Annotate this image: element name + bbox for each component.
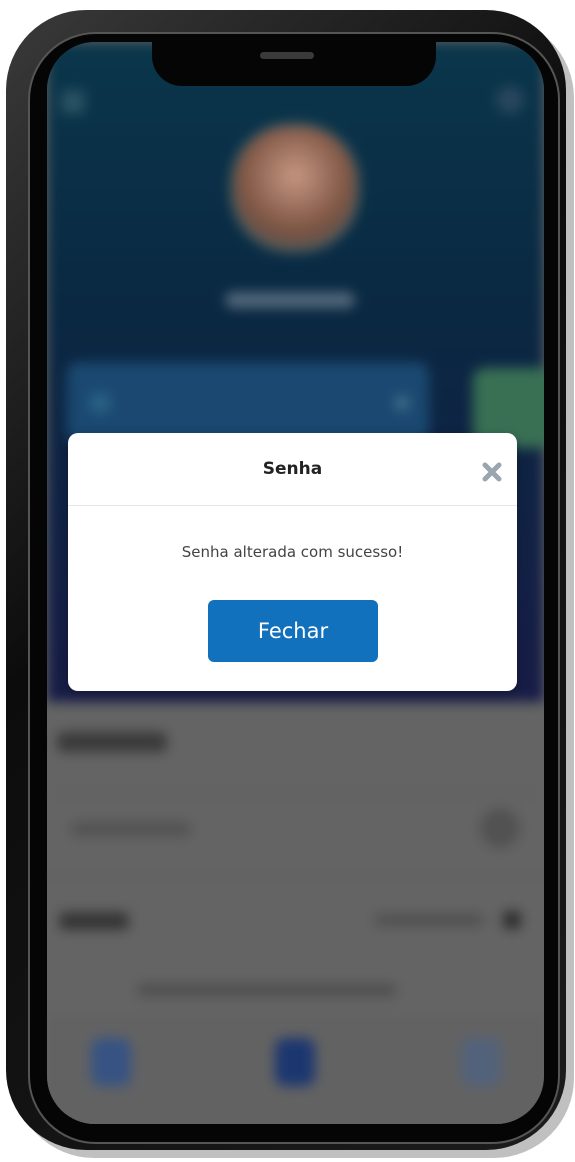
close-icon[interactable] xyxy=(481,461,503,483)
dialog-header: Senha xyxy=(68,433,517,506)
dialog-title: Senha xyxy=(262,459,323,479)
dialog-message: Senha alterada com sucesso! xyxy=(181,543,404,561)
screenshot-stage: Senha Senha alterada com sucesso! Fechar xyxy=(0,0,575,1162)
speaker-grille xyxy=(260,52,314,59)
phone-notch xyxy=(152,40,436,86)
close-button[interactable]: Fechar xyxy=(208,600,378,662)
password-dialog: Senha Senha alterada com sucesso! Fechar xyxy=(68,433,517,691)
